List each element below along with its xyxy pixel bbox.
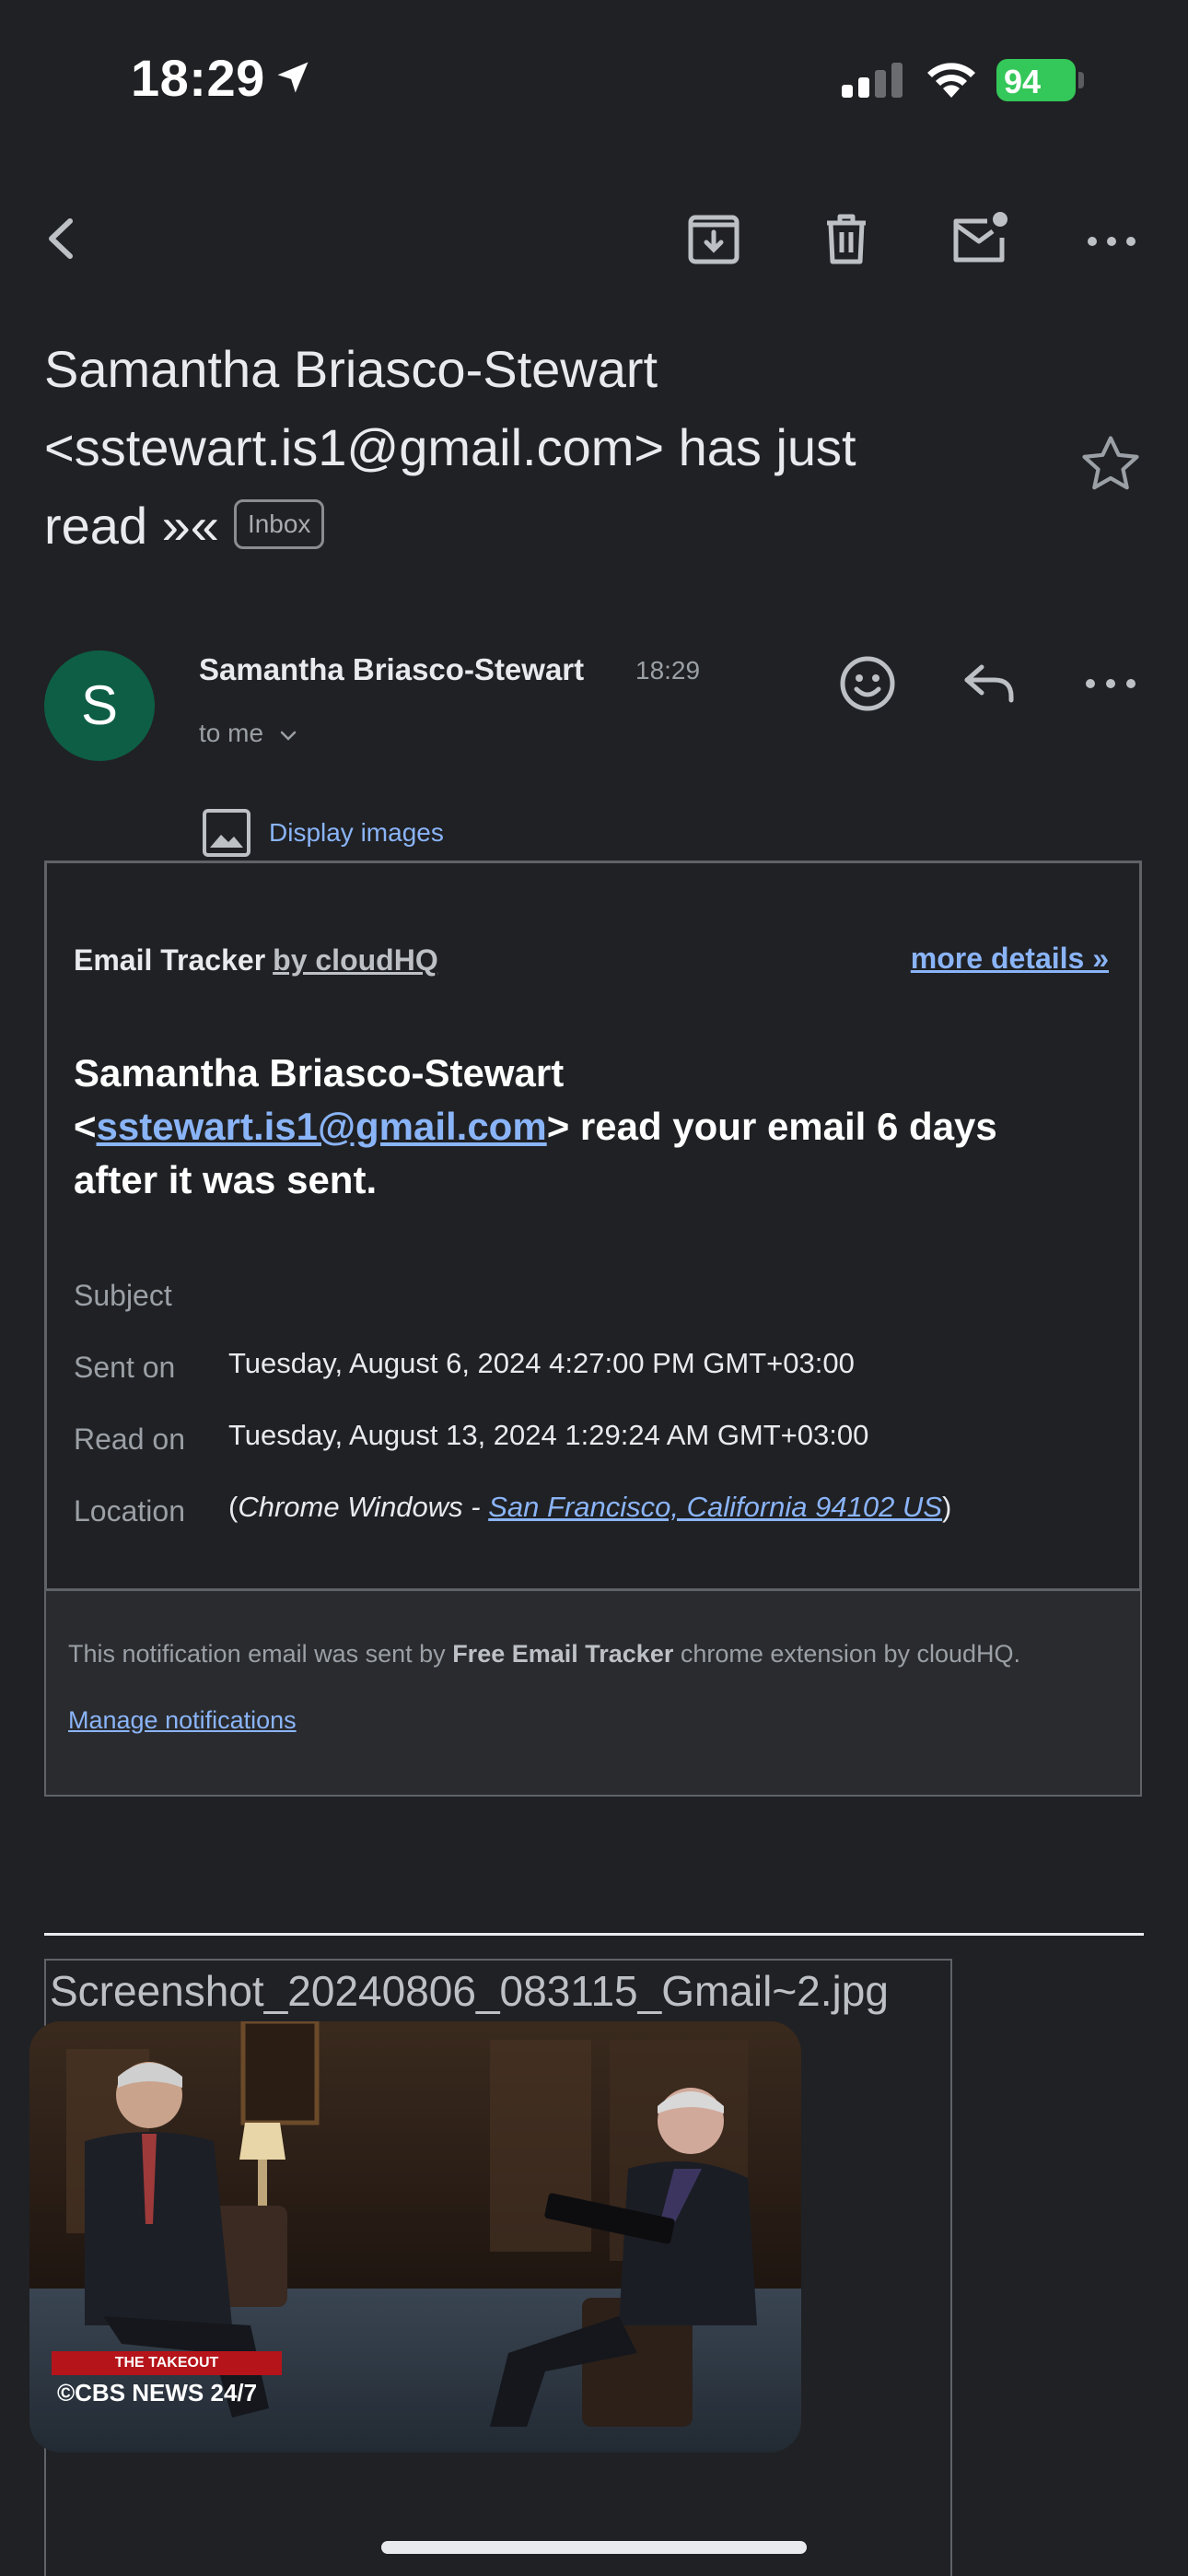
sent-on-label: Sent on — [74, 1351, 176, 1384]
star-icon[interactable] — [1077, 431, 1144, 498]
image-icon[interactable] — [201, 807, 252, 859]
reader-email-link[interactable]: sstewart.is1@gmail.com — [97, 1105, 547, 1148]
email-subject: Samantha Briasco-Stewart <sstewart.is1@g… — [44, 330, 873, 565]
location-link[interactable]: San Francisco, California 94102 US — [488, 1491, 942, 1523]
delete-button[interactable] — [814, 206, 879, 271]
location-prefix: Chrome Windows - — [238, 1491, 489, 1523]
location-value: (Chrome Windows - San Francisco, Califor… — [228, 1491, 951, 1524]
add-reaction-button[interactable] — [833, 649, 903, 719]
manage-notifications-link[interactable]: Manage notifications — [68, 1706, 297, 1735]
attachment-filename[interactable]: Screenshot_20240806_083115_Gmail~2.jpg — [50, 1966, 889, 2016]
battery-indicator: 94 — [996, 59, 1085, 101]
sender-avatar[interactable]: S — [44, 650, 155, 761]
cloudhq-link[interactable]: by cloudHQ — [273, 943, 438, 977]
status-time: 18:29 — [131, 49, 265, 107]
reply-icon — [964, 664, 1014, 703]
recipient-toggle[interactable]: to me — [199, 719, 263, 748]
sent-on-value: Tuesday, August 6, 2024 4:27:00 PM GMT+0… — [228, 1347, 855, 1379]
back-button[interactable] — [29, 206, 94, 271]
reader-name: Samantha Briasco-Stewart — [74, 1051, 565, 1095]
mark-unread-button[interactable] — [947, 206, 1011, 271]
headline-lt: < — [74, 1105, 97, 1148]
archive-icon — [688, 215, 740, 264]
tracker-title-text: Email Tracker — [74, 943, 266, 977]
location-close: ) — [942, 1491, 952, 1523]
chevron-down-icon[interactable] — [278, 726, 298, 746]
wifi-icon — [927, 63, 975, 98]
more-horizontal-icon — [1088, 237, 1136, 246]
tracker-headline: Samantha Briasco-Stewart <sstewart.is1@g… — [74, 1047, 1077, 1207]
trash-icon — [827, 214, 866, 264]
battery-level: 94 — [1004, 63, 1042, 100]
archive-button[interactable] — [681, 206, 746, 271]
footer-post: chrome extension by cloudHQ. — [673, 1640, 1021, 1668]
video-brand: ©CBS NEWS 24/7 — [57, 2379, 258, 2406]
video-banner: THE TAKEOUT — [52, 2351, 282, 2375]
message-time: 18:29 — [635, 656, 701, 685]
more-details-link[interactable]: more details » — [911, 942, 1109, 976]
subject-text: Samantha Briasco-Stewart <sstewart.is1@g… — [44, 340, 856, 555]
tracker-footer — [46, 1588, 1140, 1795]
message-more-button[interactable] — [1076, 649, 1146, 719]
video-pip-window[interactable]: THE TAKEOUT ©CBS NEWS 24/7 — [29, 2021, 801, 2453]
display-images-link[interactable]: Display images — [269, 818, 444, 848]
divider — [44, 1933, 1144, 1936]
more-options-button[interactable] — [1079, 206, 1144, 271]
location-label: Location — [74, 1494, 185, 1528]
footer-pre: This notification email was sent by — [68, 1640, 453, 1668]
back-icon — [49, 218, 73, 259]
location-open: ( — [228, 1491, 239, 1523]
read-on-label: Read on — [74, 1423, 185, 1456]
more-horizontal-icon — [1086, 679, 1136, 688]
home-indicator[interactable] — [381, 2541, 807, 2554]
subject-label: Subject — [74, 1279, 172, 1312]
footer-bold: Free Email Tracker — [452, 1640, 674, 1668]
location-arrow-icon — [277, 62, 309, 93]
read-on-value: Tuesday, August 13, 2024 1:29:24 AM GMT+… — [228, 1419, 869, 1451]
inbox-label-chip[interactable]: Inbox — [233, 499, 325, 550]
cellular-signal-icon — [842, 63, 903, 98]
mark-unread-icon — [953, 212, 1007, 263]
sender-name[interactable]: Samantha Briasco-Stewart — [199, 652, 584, 687]
emoji-icon — [840, 656, 895, 711]
footer-notice: This notification email was sent by Free… — [68, 1640, 1020, 1669]
reply-button[interactable] — [954, 649, 1024, 719]
tracker-title: Email Tracker by cloudHQ — [74, 943, 438, 978]
